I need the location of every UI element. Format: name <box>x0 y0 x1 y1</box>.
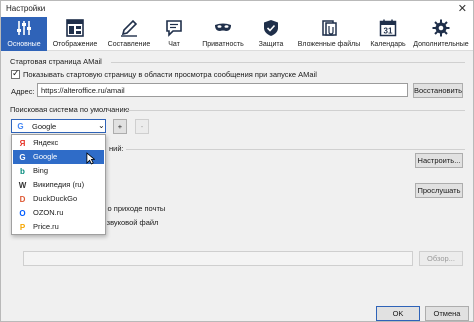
add-engine-button[interactable]: + <box>113 119 127 134</box>
divider <box>126 149 465 150</box>
configure-button[interactable]: Настроить... <box>415 153 463 168</box>
layout-grid-icon <box>66 19 84 37</box>
tab-label: Календарь <box>370 41 406 48</box>
window-title: Настройки <box>6 4 46 13</box>
gear-icon <box>432 19 450 37</box>
search-engine-header: Поисковая система по умолчанию <box>10 105 130 114</box>
tab-attachments[interactable]: Вложенные файлы <box>293 17 365 51</box>
google-icon: G <box>17 122 24 131</box>
mask-icon <box>215 23 231 31</box>
address-label: Адрес: <box>11 87 35 96</box>
engine-option-ozon[interactable]: O OZON.ru <box>13 206 104 220</box>
option-label: Google <box>33 152 58 161</box>
tab-advanced[interactable]: Дополнительные <box>411 17 471 51</box>
search-engine-dropdown: Я Яндекс G Google b Bing W Википедия (ru… <box>11 134 106 235</box>
cancel-button[interactable]: Отмена <box>425 306 469 321</box>
divider <box>111 62 465 63</box>
duckduckgo-icon: D <box>19 195 26 204</box>
sound-path[interactable] <box>23 251 413 266</box>
restore-button[interactable]: Восстановить <box>413 83 463 98</box>
option-label: Яндекс <box>33 138 59 147</box>
option-label: Price.ru <box>33 222 59 231</box>
wikipedia-icon: W <box>18 181 27 190</box>
ok-button[interactable]: OK <box>376 306 420 321</box>
start-page-header: Стартовая страница AMail <box>10 57 102 66</box>
remove-engine-button[interactable]: - <box>135 119 149 134</box>
option-label: Bing <box>33 166 49 175</box>
address-field[interactable]: https://alteroffice.ru/amail <box>37 83 408 97</box>
bing-icon: b <box>20 167 25 176</box>
tab-display[interactable]: Отображение <box>49 17 101 51</box>
title-bar: Настройки ✕ <box>1 1 473 17</box>
settings-window: Настройки ✕ Основные Отображение Составл… <box>0 0 474 322</box>
tab-label: Вложенные файлы <box>297 41 361 48</box>
sliders-icon <box>17 21 31 35</box>
general-settings-panel: Стартовая страница AMail Показывать стар… <box>1 52 473 302</box>
mouse-pointer-icon <box>86 152 95 165</box>
option-label: Википедия (ru) <box>33 180 85 189</box>
shield-check-icon <box>264 20 278 36</box>
tab-label: Дополнительные <box>413 41 469 48</box>
engine-option-price[interactable]: P Price.ru <box>13 220 104 234</box>
option-label: DuckDuckGo <box>33 194 78 203</box>
selected-engine-label: Google <box>32 122 57 131</box>
price-icon: P <box>19 223 26 232</box>
show-start-page-label: Показывать стартовую страницу в области … <box>23 70 317 79</box>
calendar-icon: 31 <box>379 19 397 37</box>
tab-chat[interactable]: Чат <box>159 17 189 51</box>
tab-security[interactable]: Защита <box>253 17 289 51</box>
tab-label: Отображение <box>52 41 98 48</box>
svg-text:31: 31 <box>384 27 393 36</box>
tab-compose[interactable]: Составление <box>103 17 155 51</box>
yandex-icon: Я <box>19 139 26 148</box>
tab-label: Приватность <box>202 41 244 48</box>
tab-general[interactable]: Основные <box>1 17 47 51</box>
dialog-footer: OK Отмена <box>1 302 473 322</box>
tab-label: Основные <box>7 41 41 48</box>
notification-header-fragment: ний: <box>109 144 124 153</box>
tab-label: Чат <box>168 41 180 48</box>
browse-button[interactable]: Обзор... <box>419 251 463 266</box>
engine-option-duckduckgo[interactable]: D DuckDuckGo <box>13 192 104 206</box>
search-engine-select[interactable]: G Google ⌄ <box>11 119 106 133</box>
engine-option-wikipedia[interactable]: W Википедия (ru) <box>13 178 104 192</box>
chat-bubble-icon <box>166 20 182 37</box>
tab-label: Составление <box>107 41 151 48</box>
settings-toolbar: Основные Отображение Составление Чат При… <box>1 17 473 51</box>
close-icon[interactable]: ✕ <box>458 2 467 15</box>
ozon-icon: O <box>19 209 26 218</box>
engine-option-bing[interactable]: b Bing <box>13 164 104 178</box>
listen-button[interactable]: Прослушать <box>415 183 463 198</box>
pen-icon <box>121 19 138 37</box>
tab-privacy[interactable]: Приватность <box>197 17 249 51</box>
paperclip-files-icon <box>322 20 337 36</box>
divider <box>126 110 465 111</box>
tab-calendar[interactable]: 31 Календарь <box>367 17 409 51</box>
chevron-down-icon: ⌄ <box>98 121 105 130</box>
option-label: OZON.ru <box>33 208 64 217</box>
google-icon: G <box>19 153 26 162</box>
show-start-page-checkbox[interactable] <box>11 68 20 79</box>
tab-label: Защита <box>258 41 284 48</box>
engine-option-yandex[interactable]: Я Яндекс <box>13 136 104 150</box>
